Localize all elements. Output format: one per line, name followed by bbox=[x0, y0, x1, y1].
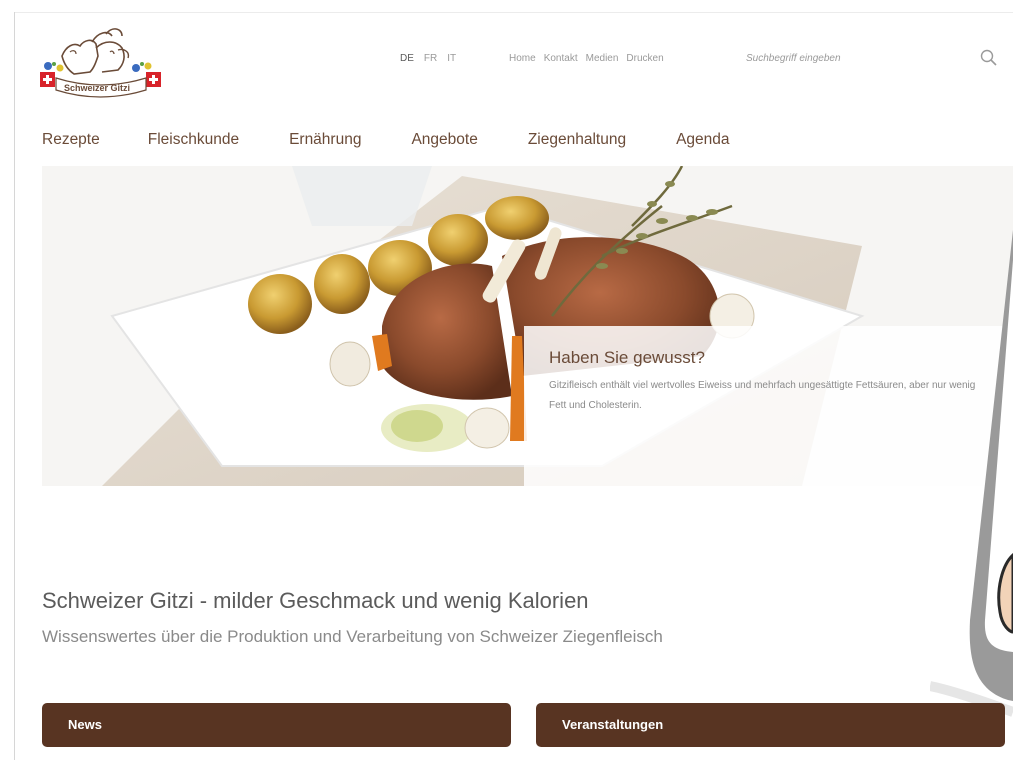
page-subline: Wissenswertes über die Produktion und Ve… bbox=[42, 627, 663, 646]
nav-ernaehrung[interactable]: Ernährung bbox=[289, 131, 361, 149]
util-medien-link[interactable]: Medien bbox=[586, 53, 619, 64]
info-title: Haben Sie gewusst? bbox=[549, 348, 705, 367]
news-label: News bbox=[68, 717, 102, 732]
nav-rezepte[interactable]: Rezepte bbox=[42, 131, 100, 149]
lang-de[interactable]: DE bbox=[400, 53, 414, 64]
page-top-edge bbox=[14, 12, 1013, 13]
language-switch: DE FR IT bbox=[400, 53, 456, 64]
main-nav: Rezepte Fleischkunde Ernährung Angebote … bbox=[42, 131, 730, 149]
info-box: Haben Sie gewusst? Gitzifleisch enthält … bbox=[524, 326, 1013, 486]
utility-nav: Home Kontakt Medien Drucken bbox=[509, 53, 664, 64]
page-headline: Schweizer Gitzi - milder Geschmack und w… bbox=[42, 588, 589, 613]
site-logo[interactable]: Schweizer Gitzi bbox=[40, 26, 164, 104]
search-icon[interactable] bbox=[979, 48, 999, 68]
nav-angebote[interactable]: Angebote bbox=[411, 131, 477, 149]
lang-it[interactable]: IT bbox=[447, 53, 456, 64]
page-left-edge bbox=[14, 12, 15, 760]
news-section-header[interactable]: News bbox=[42, 703, 511, 747]
util-drucken-link[interactable]: Drucken bbox=[626, 53, 663, 64]
nav-ziegenhaltung[interactable]: Ziegenhaltung bbox=[528, 131, 626, 149]
nav-fleischkunde[interactable]: Fleischkunde bbox=[148, 131, 239, 149]
info-text: Gitzifleisch enthält viel wertvolles Eiw… bbox=[549, 380, 976, 411]
nav-agenda[interactable]: Agenda bbox=[676, 131, 729, 149]
lang-fr[interactable]: FR bbox=[424, 53, 437, 64]
util-home-link[interactable]: Home bbox=[509, 53, 536, 64]
logo-text: Schweizer Gitzi bbox=[64, 83, 131, 93]
hero-banner: Haben Sie gewusst? Gitzifleisch enthält … bbox=[42, 166, 1013, 486]
util-kontakt-link[interactable]: Kontakt bbox=[544, 53, 578, 64]
search-input[interactable] bbox=[746, 50, 966, 66]
events-label: Veranstaltungen bbox=[562, 717, 664, 732]
events-section-header[interactable]: Veranstaltungen bbox=[536, 703, 1005, 747]
